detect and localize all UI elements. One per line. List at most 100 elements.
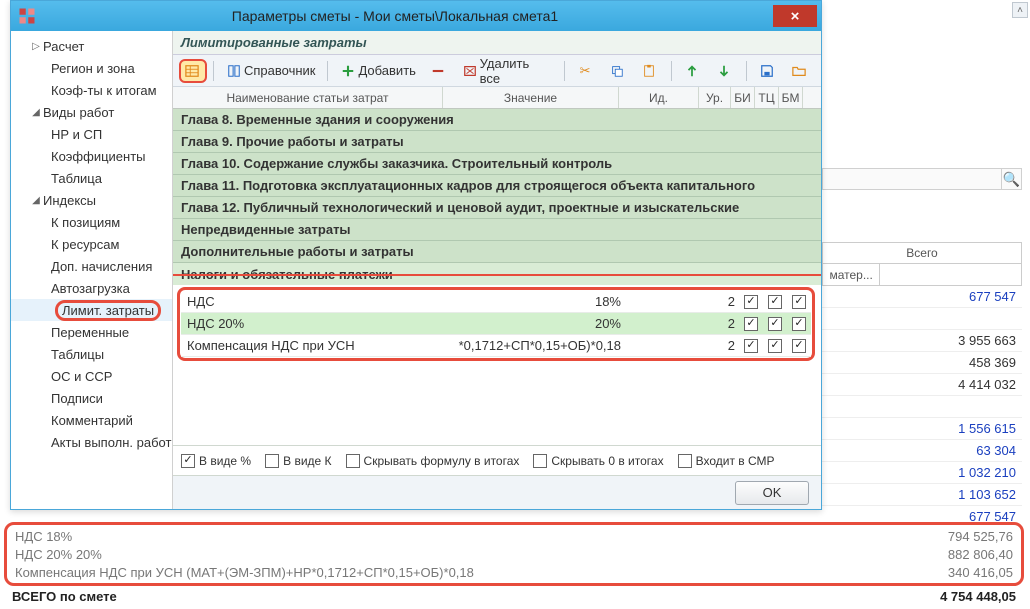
opt-hide-zero[interactable]: Скрывать 0 в итогах — [533, 454, 663, 468]
tax-rows-highlight-box: НДС18%2НДС 20%20%2Компенсация НДС при УС… — [177, 287, 815, 361]
delete-all-button[interactable]: Удалить все — [456, 59, 558, 83]
nav-item-12[interactable]: Лимит. затраты — [11, 299, 172, 321]
cell-ur[interactable]: 2 — [707, 338, 739, 353]
copy-icon — [609, 63, 625, 79]
cell-tc[interactable] — [763, 339, 787, 353]
nav-item-label: Расчет — [43, 39, 84, 54]
spreadsheet-icon — [184, 63, 200, 79]
bottom-row: НДС 18% 794 525,76 — [7, 527, 1021, 545]
nav-item-8[interactable]: К позициям — [11, 211, 172, 233]
window-title: Параметры сметы - Мои сметы\Локальная см… — [17, 8, 773, 24]
tree-twisty-icon[interactable]: ▷ — [29, 41, 43, 52]
opt-pct[interactable]: В виде % — [181, 454, 251, 468]
col-tc[interactable]: ТЦ — [755, 87, 779, 108]
nav-item-2[interactable]: Коэф-ты к итогам — [11, 79, 172, 101]
chapter-row[interactable]: Глава 10. Содержание службы заказчика. С… — [173, 153, 821, 175]
opt-coef[interactable]: В виде К — [265, 454, 331, 468]
cell-name[interactable]: Компенсация НДС при УСН — [181, 338, 451, 353]
nav-item-16[interactable]: Подписи — [11, 387, 172, 409]
opt-hide-formula[interactable]: Скрывать формулу в итогах — [346, 454, 520, 468]
cell-bi[interactable] — [739, 295, 763, 309]
nav-item-10[interactable]: Доп. начисления — [11, 255, 172, 277]
save-button[interactable] — [753, 59, 783, 83]
nav-item-label: НР и СП — [51, 127, 102, 142]
cell-bi[interactable] — [739, 317, 763, 331]
cell-name[interactable]: НДС 20% — [181, 316, 451, 331]
chapter-row[interactable]: Дополнительные работы и затраты — [173, 241, 821, 263]
nav-item-6[interactable]: Таблица — [11, 167, 172, 189]
titlebar[interactable]: Параметры сметы - Мои сметы\Локальная см… — [11, 1, 821, 31]
nav-tree[interactable]: ▷РасчетРегион и зонаКоэф-ты к итогам◢Вид… — [11, 31, 173, 509]
toolbar: Справочник Добавить — [173, 55, 821, 87]
nav-item-1[interactable]: Регион и зона — [11, 57, 172, 79]
paste-button[interactable] — [635, 59, 665, 83]
nav-item-17[interactable]: Комментарий — [11, 409, 172, 431]
scissors-icon: ✂ — [577, 63, 593, 79]
cell-tc[interactable] — [763, 317, 787, 331]
ok-button[interactable]: OK — [735, 481, 809, 505]
col-bi[interactable]: БИ — [731, 87, 755, 108]
open-button[interactable] — [785, 59, 815, 83]
cell-ur[interactable]: 2 — [707, 316, 739, 331]
opt-in-smr[interactable]: Входит в СМР — [678, 454, 775, 468]
nav-item-18[interactable]: Акты выполн. работ — [11, 431, 172, 453]
bg-value-rows: 677 547 3 955 663 458 369 4 414 032 1 55… — [822, 286, 1022, 528]
cell-bi[interactable] — [739, 339, 763, 353]
tax-row[interactable]: НДС18% 2 — [181, 291, 811, 313]
delete-button[interactable] — [424, 59, 454, 83]
nav-item-14[interactable]: Таблицы — [11, 343, 172, 365]
nav-item-7[interactable]: ◢Индексы — [11, 189, 172, 211]
move-down-button[interactable] — [710, 59, 740, 83]
tax-row[interactable]: НДС 20%20% 2 — [181, 313, 811, 335]
grid-body[interactable]: Глава 8. Временные здания и сооруженияГл… — [173, 109, 821, 445]
col-bm[interactable]: БМ — [779, 87, 803, 108]
delete-all-icon — [462, 63, 478, 79]
cell-bm[interactable] — [787, 317, 811, 331]
nav-item-label: Доп. начисления — [51, 259, 152, 274]
close-button[interactable]: × — [773, 5, 817, 27]
chapter-row[interactable]: Глава 8. Временные здания и сооружения — [173, 109, 821, 131]
chapter-row[interactable]: Глава 9. Прочие работы и затраты — [173, 131, 821, 153]
nav-item-13[interactable]: Переменные — [11, 321, 172, 343]
nav-item-4[interactable]: НР и СП — [11, 123, 172, 145]
cell-tc[interactable] — [763, 295, 787, 309]
nav-item-9[interactable]: К ресурсам — [11, 233, 172, 255]
move-up-button[interactable] — [678, 59, 708, 83]
nav-item-label: Акты выполн. работ — [51, 435, 171, 450]
chapter-row[interactable]: Глава 12. Публичный технологический и це… — [173, 197, 821, 219]
col-id[interactable]: Ид. — [619, 87, 699, 108]
col-ur[interactable]: Ур. — [699, 87, 731, 108]
nav-item-0[interactable]: ▷Расчет — [11, 35, 172, 57]
chapter-row[interactable]: Глава 11. Подготовка эксплуатационных ка… — [173, 175, 821, 197]
copy-button[interactable] — [603, 59, 633, 83]
cell-name[interactable]: НДС — [181, 294, 451, 309]
cut-button[interactable]: ✂ — [571, 59, 601, 83]
options-row: В виде % В виде К Скрывать формулу в ито… — [173, 445, 821, 475]
save-icon — [759, 63, 775, 79]
nav-item-3[interactable]: ◢Виды работ — [11, 101, 172, 123]
col-name[interactable]: Наименование статьи затрат — [173, 87, 443, 108]
dialog-footer: OK — [173, 475, 821, 509]
add-button[interactable]: Добавить — [334, 59, 421, 83]
cell-value[interactable]: 20% — [451, 316, 627, 331]
scroll-up-arrow[interactable]: ˄ — [1012, 2, 1028, 18]
arrow-up-icon — [684, 63, 700, 79]
cell-value[interactable]: 18% — [451, 294, 627, 309]
search-icon[interactable]: 🔍 — [1001, 169, 1021, 189]
nav-item-15[interactable]: ОС и ССР — [11, 365, 172, 387]
chapter-row[interactable]: Непредвиденные затраты — [173, 219, 821, 241]
tree-twisty-icon[interactable]: ◢ — [29, 195, 43, 206]
cell-ur[interactable]: 2 — [707, 294, 739, 309]
toolbar-main-icon[interactable] — [179, 59, 207, 83]
nav-item-5[interactable]: Коэффициенты — [11, 145, 172, 167]
col-value[interactable]: Значение — [443, 87, 619, 108]
cell-value[interactable]: *0,1712+СП*0,15+ОБ)*0,18 — [451, 338, 627, 353]
reference-button[interactable]: Справочник — [220, 59, 322, 83]
section-title: Лимитированные затраты — [173, 31, 821, 55]
tax-row[interactable]: Компенсация НДС при УСН*0,1712+СП*0,15+О… — [181, 335, 811, 357]
estimate-params-dialog: Параметры сметы - Мои сметы\Локальная см… — [10, 0, 822, 510]
cell-bm[interactable] — [787, 339, 811, 353]
tree-twisty-icon[interactable]: ◢ — [29, 107, 43, 118]
cell-bm[interactable] — [787, 295, 811, 309]
nav-item-11[interactable]: Автозагрузка — [11, 277, 172, 299]
